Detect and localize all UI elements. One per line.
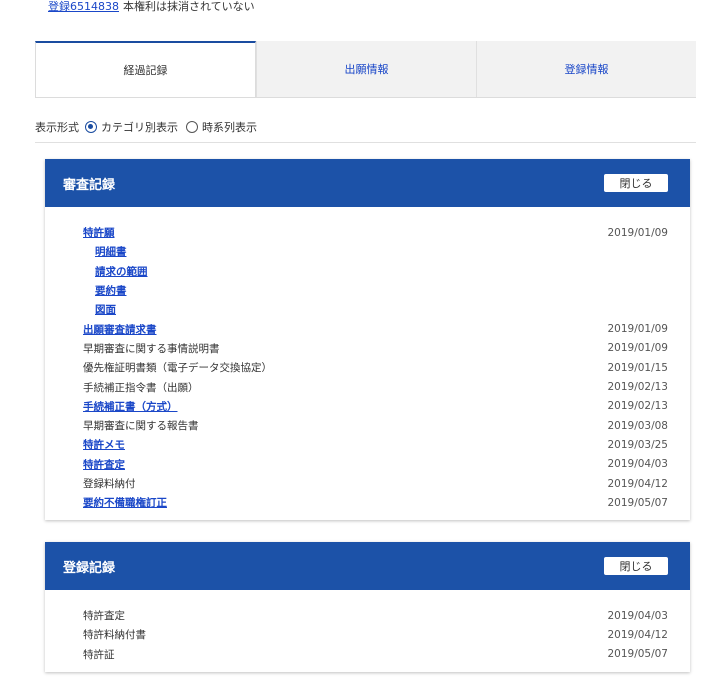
record-date: 2019/04/12 bbox=[607, 477, 668, 490]
radio-chronological-view[interactable]: 時系列表示 bbox=[186, 119, 257, 135]
record-date: 2019/01/09 bbox=[607, 323, 668, 336]
list-item: 優先権証明書類（電子データ交換協定） 2019/01/15 bbox=[83, 358, 668, 377]
record-label: 手続補正指令書（出願） bbox=[83, 381, 199, 394]
record-date: 2019/02/13 bbox=[607, 400, 668, 413]
record-label: 特許査定 bbox=[83, 610, 125, 623]
registration-panel-header: 登録記録 閉じる bbox=[45, 542, 690, 590]
record-label: 登録料納付 bbox=[83, 478, 136, 490]
document-link[interactable]: 要約不備職権訂正 bbox=[83, 495, 167, 510]
record-date: 2019/05/07 bbox=[607, 648, 668, 661]
tab-progress-record[interactable]: 経過記録 bbox=[35, 41, 256, 97]
list-item: 早期審査に関する報告書 2019/03/08 bbox=[83, 416, 668, 435]
record-date: 2019/04/12 bbox=[607, 628, 668, 641]
examination-record-panel: 審査記録 閉じる 特許願 2019/01/09 明細書請求の範囲要約書図面出願審査請… bbox=[45, 159, 690, 521]
radio-category-view[interactable]: カテゴリ別表示 bbox=[85, 119, 178, 135]
record-date: 2019/04/03 bbox=[607, 458, 668, 471]
record-label: 優先権証明書類（電子データ交換協定） bbox=[83, 362, 272, 375]
examination-close-button[interactable]: 閉じる bbox=[604, 174, 668, 192]
registration-link[interactable]: 登録6514838 bbox=[48, 0, 119, 13]
record-date: 2019/01/09 bbox=[607, 226, 668, 239]
list-item: 特許料納付書 2019/04/12 bbox=[83, 625, 668, 644]
document-link[interactable]: 図面 bbox=[95, 302, 116, 317]
radio-checked-icon[interactable] bbox=[85, 121, 97, 133]
record-label: 早期審査に関する事情説明書 bbox=[83, 342, 220, 355]
radio-unchecked-icon[interactable] bbox=[186, 121, 198, 133]
examination-panel-title: 審査記録 bbox=[63, 177, 116, 193]
registration-close-button[interactable]: 閉じる bbox=[604, 557, 668, 575]
document-link[interactable]: 請求の範囲 bbox=[95, 264, 148, 279]
record-date: 2019/04/03 bbox=[607, 609, 668, 622]
document-link[interactable]: 明細書 bbox=[95, 244, 127, 259]
document-link[interactable]: 特許査定 bbox=[83, 457, 125, 472]
status-text: 本権利は抹消されていない bbox=[123, 0, 255, 13]
list-item: 請求の範囲 bbox=[83, 262, 668, 281]
registration-record-panel: 登録記録 閉じる 特許査定 2019/04/03 特許料納付書 2019/04/12 特… bbox=[45, 542, 690, 672]
registration-panel-title: 登録記録 bbox=[63, 560, 116, 576]
record-date: 2019/02/13 bbox=[607, 381, 668, 394]
display-mode-label: 表示形式 bbox=[35, 121, 79, 134]
document-link[interactable]: 手続補正書（方式） bbox=[83, 399, 178, 414]
list-item: 出願審査請求書 2019/01/09 bbox=[83, 319, 668, 338]
list-item: 登録料納付 2019/04/12 bbox=[83, 474, 668, 493]
tab-bar: 経過記録 出願情報 登録情報 bbox=[35, 41, 696, 98]
list-item: 特許願 2019/01/09 bbox=[83, 223, 668, 242]
tab-registration-info[interactable]: 登録情報 bbox=[476, 41, 696, 97]
record-date: 2019/03/25 bbox=[607, 438, 668, 451]
status-line: 登録6514838 本権利は抹消されていない bbox=[48, 0, 255, 14]
record-date: 2019/01/09 bbox=[607, 342, 668, 355]
tab-application-info[interactable]: 出願情報 bbox=[256, 41, 476, 97]
list-item: 特許査定 2019/04/03 bbox=[83, 455, 668, 474]
divider bbox=[35, 142, 696, 143]
record-date: 2019/03/08 bbox=[607, 419, 668, 432]
document-link[interactable]: 出願審査請求書 bbox=[83, 322, 157, 337]
record-label: 特許料納付書 bbox=[83, 629, 146, 642]
list-item: 特許証 2019/05/07 bbox=[83, 645, 668, 664]
list-item: 明細書 bbox=[83, 242, 668, 261]
list-item: 早期審査に関する事情説明書 2019/01/09 bbox=[83, 339, 668, 358]
list-item: 要約書 bbox=[83, 281, 668, 300]
list-item: 図面 bbox=[83, 300, 668, 319]
document-link[interactable]: 特許メモ bbox=[83, 437, 125, 452]
document-link[interactable]: 特許願 bbox=[83, 225, 115, 240]
radio-chronological-label: 時系列表示 bbox=[202, 121, 257, 134]
record-date: 2019/01/15 bbox=[607, 361, 668, 374]
record-label: 特許証 bbox=[83, 648, 115, 661]
registration-record-list: 特許査定 2019/04/03 特許料納付書 2019/04/12 特許証 2019/05… bbox=[45, 590, 690, 672]
radio-category-label: カテゴリ別表示 bbox=[101, 121, 178, 134]
display-mode-selector: 表示形式 カテゴリ別表示 時系列表示 bbox=[35, 119, 265, 135]
record-date: 2019/05/07 bbox=[607, 496, 668, 509]
list-item: 特許メモ 2019/03/25 bbox=[83, 435, 668, 454]
list-item: 手続補正指令書（出願） 2019/02/13 bbox=[83, 377, 668, 396]
document-link[interactable]: 要約書 bbox=[95, 283, 127, 298]
list-item: 要約不備職権訂正 2019/05/07 bbox=[83, 493, 668, 512]
list-item: 手続補正書（方式） 2019/02/13 bbox=[83, 397, 668, 416]
examination-panel-header: 審査記録 閉じる bbox=[45, 159, 690, 207]
examination-record-list: 特許願 2019/01/09 明細書請求の範囲要約書図面出願審査請求書 2019/01… bbox=[45, 207, 690, 520]
list-item: 特許査定 2019/04/03 bbox=[83, 606, 668, 625]
record-label: 早期審査に関する報告書 bbox=[83, 420, 199, 433]
